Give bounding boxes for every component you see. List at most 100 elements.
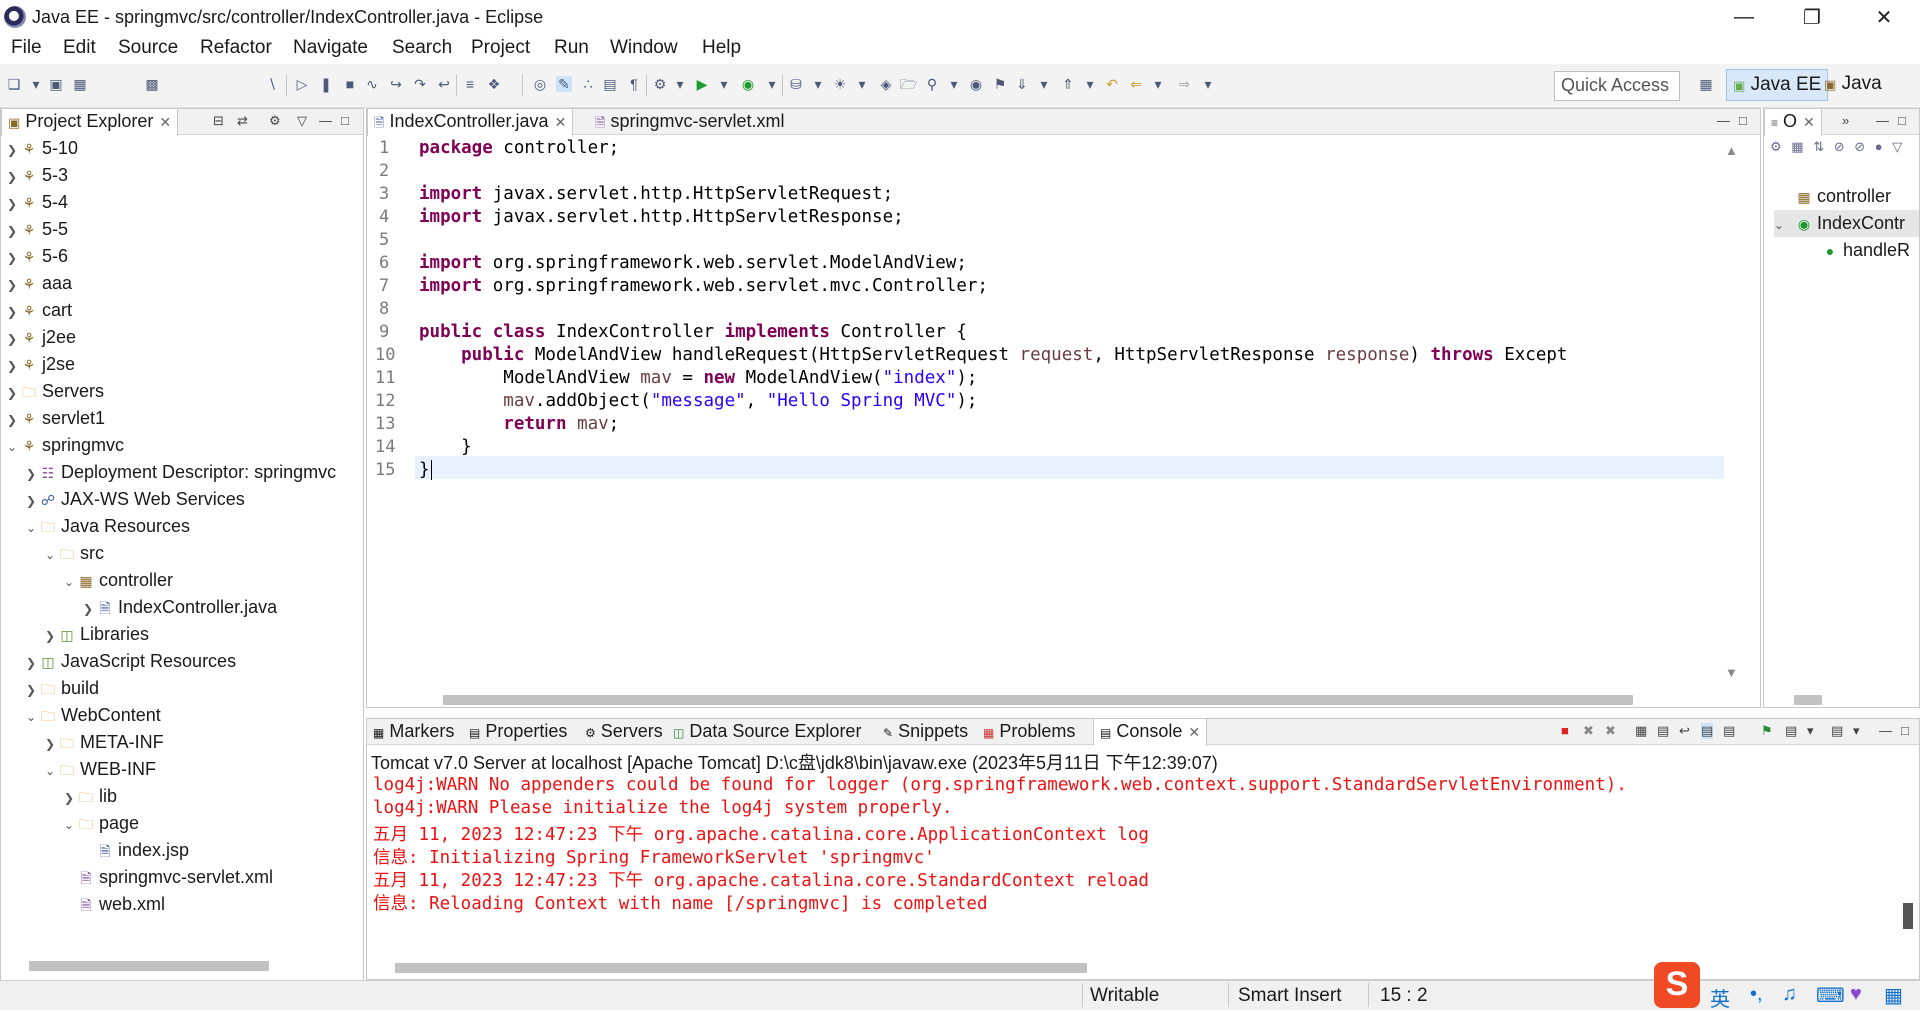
code-area[interactable]: package controller; import javax.servlet… [413,136,1724,676]
step-into-icon[interactable]: ↪ [388,76,404,92]
maximize-button[interactable]: ❐ [1784,0,1840,34]
resume-icon[interactable]: ▷ [294,76,310,92]
skin-icon[interactable]: ♥ [1850,983,1862,1006]
tab-project-explorer[interactable]: ▣ Project Explorer ✕ [1,109,179,136]
chevron-down-icon[interactable]: ▾ [1036,76,1052,92]
close-icon[interactable]: ✕ [159,114,171,130]
hide-static-icon[interactable]: ⊘ [1854,139,1865,154]
keyboard-icon[interactable]: ⌨ [1816,983,1845,1008]
menu-navigate[interactable]: Navigate [293,37,368,59]
maximize-view-icon[interactable]: □ [1739,113,1747,128]
forward-icon[interactable]: ⇒ [1176,76,1192,92]
tree-item[interactable]: ⌄ ▦ controller [64,567,173,594]
tree-item[interactable]: ❯ ⚘ servlet1 [7,405,105,432]
open-folder-icon[interactable]: 🗁 [900,76,917,92]
new-server-icon[interactable]: ⛁ [788,76,804,92]
quick-access-input[interactable]: Quick Access [1554,71,1680,101]
tab-console[interactable]: ▤ Console ✕ [1093,719,1208,746]
tree-item[interactable]: ❯ ☷ Deployment Descriptor: springmvc [26,459,361,486]
tree-item[interactable]: ❯ ◫ Libraries [45,621,149,648]
show-on-stderr-icon[interactable]: ▤ [1723,723,1735,739]
tab-outline[interactable]: ≡ O ✕ [1764,109,1822,136]
clear-console-icon[interactable]: ▦ [1635,723,1647,739]
chevron-down-icon[interactable]: ▾ [764,76,780,92]
menu-file[interactable]: File [11,37,42,59]
tree-item[interactable]: ❯ ☍ JAX-WS Web Services [26,486,245,513]
close-icon[interactable]: ✕ [1803,114,1815,130]
link-editor-icon[interactable]: ⇄ [237,113,248,129]
perspective-java-ee[interactable]: ▣ Java EE [1726,69,1829,101]
ime-language[interactable]: 英 [1710,983,1730,1012]
minimize-view-icon[interactable]: — [319,113,332,128]
tree-item[interactable]: ⌄ 🗀 src [45,540,104,567]
display-console-icon[interactable]: ▤ [1785,723,1797,739]
menu-help[interactable]: Help [702,37,741,59]
menu-search[interactable]: Search [392,37,452,59]
paragraph-icon[interactable]: ¶ [626,76,642,92]
step-return-icon[interactable]: ↩ [436,76,452,92]
tree-item[interactable]: ❯ 🗀 META-INF [45,729,164,756]
outline-item[interactable]: ▦ controller [1796,183,1891,210]
debug-icon[interactable]: ⚙ [652,76,668,92]
minimize-view-icon[interactable]: — [1879,723,1892,738]
run-icon[interactable]: ▶ [694,76,710,92]
close-button[interactable]: ✕ [1856,0,1912,34]
tree-item[interactable]: ❯ 🗀 Servers [7,378,104,405]
run-external-icon[interactable]: ◉ [740,76,756,92]
remove-all-icon[interactable]: ✖ [1605,723,1616,739]
tree-item[interactable]: 🗎 web.xml [64,891,165,918]
sync-icon[interactable]: ⚙ [1770,139,1782,154]
tree-item[interactable]: ⌄ 🗀 WEB-INF [45,756,156,783]
terminate-icon[interactable]: ■ [1561,723,1569,738]
open-perspective-icon[interactable]: ▦ [1698,76,1714,92]
horizontal-scrollbar[interactable] [1794,695,1822,705]
maximize-view-icon[interactable]: □ [1898,113,1906,128]
chevron-down-icon[interactable]: ▾ [1807,723,1814,739]
maximize-view-icon[interactable]: □ [1901,723,1909,738]
filter-icon[interactable]: ⚙ [269,113,281,129]
scroll-down-icon[interactable]: ▼ [1725,665,1738,680]
show-whitespace-icon[interactable]: ∴ [580,76,596,92]
perspective-java[interactable]: ▣ Java [1818,69,1888,101]
sort-icon[interactable]: ⇅ [1813,139,1824,154]
save-icon[interactable]: ▣ [48,76,64,92]
toolbox-icon[interactable]: ▦ [1884,983,1903,1008]
tree-item[interactable]: ❯ ⚘ 5-10 [7,135,78,162]
close-icon[interactable]: ✕ [555,114,567,130]
tab-data-source-explorer[interactable]: ◫ Data Source Explorer [667,719,867,745]
sogou-ime-icon[interactable]: S [1654,962,1700,1008]
hide-nonpublic-icon[interactable]: ● [1875,139,1883,154]
save-all-icon[interactable]: ▦ [72,76,88,92]
vertical-scrollbar-thumb[interactable] [1903,903,1913,929]
tree-item[interactable]: ⌄ 🗀 page [64,810,139,837]
tree-item[interactable]: ⌄ 🗀 WebContent [26,702,161,729]
remove-launch-icon[interactable]: ✖ [1583,723,1594,739]
step-over-icon[interactable]: ↷ [412,76,428,92]
tab-markers[interactable]: ▦ Markers [367,719,460,745]
status-insert-mode[interactable]: Smart Insert [1238,985,1341,1007]
view-menu-icon[interactable]: ▽ [297,113,307,129]
annotation-icon[interactable]: ⚑ [992,76,1008,92]
tree-item[interactable]: ❯ ◫ JavaScript Resources [26,648,236,675]
collapse-icon[interactable]: ▦ [1791,139,1803,154]
open-type-icon[interactable]: ◈ [878,76,894,92]
tab-properties[interactable]: ▤ Properties [463,719,573,745]
pin-console-icon[interactable]: ⚑ [1761,723,1773,739]
skip-breakpoints-icon[interactable]: ∖ [264,76,280,92]
tab-springmvc-servlet-xml[interactable]: 🗎 springmvc-servlet.xml [589,109,791,135]
disconnect-icon[interactable]: ∿ [364,76,380,92]
microphone-icon[interactable]: ♫ [1782,983,1797,1006]
outline-item[interactable]: ● handleR [1822,237,1910,264]
horizontal-scrollbar[interactable] [29,961,269,971]
menu-refactor[interactable]: Refactor [200,37,272,59]
menu-window[interactable]: Window [610,37,678,59]
chevron-down-icon[interactable]: ▾ [854,76,870,92]
view-menu-icon[interactable]: ▽ [1892,139,1902,154]
tree-item[interactable]: ⌄ 🗀 Java Resources [26,513,190,540]
back-icon[interactable]: ⇐ [1128,76,1144,92]
outline-item[interactable]: ⌄ ◉ IndexContr [1774,210,1919,237]
terminate-icon[interactable]: ■ [342,76,358,92]
chevron-down-icon[interactable]: ▾ [1853,723,1860,739]
close-icon[interactable]: ✕ [1188,724,1200,740]
drop-frame-icon[interactable]: ❖ [486,76,502,92]
